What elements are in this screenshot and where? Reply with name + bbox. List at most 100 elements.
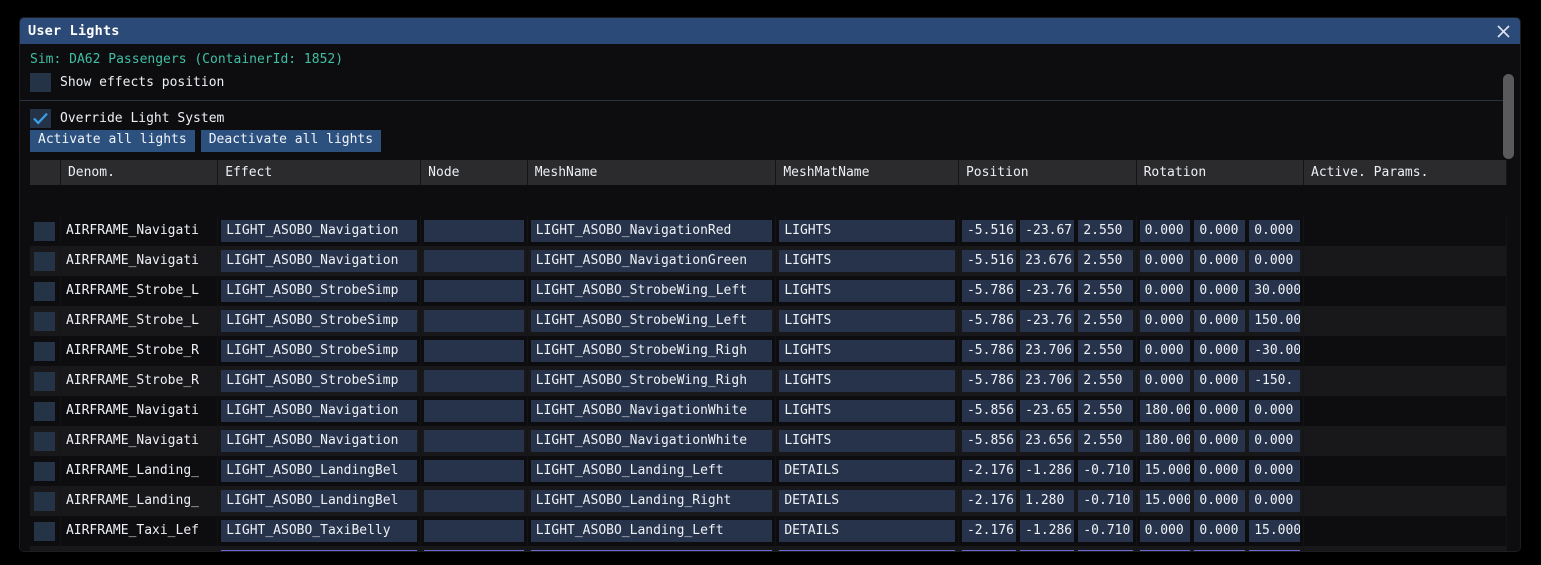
override-light-system-checkbox[interactable] — [30, 108, 51, 128]
row-select-checkbox[interactable] — [34, 491, 56, 511]
show-effects-position-row[interactable]: Show effects position — [20, 70, 1520, 94]
meshname[interactable]: LIGHT_ASOBO_NavigationRed — [530, 220, 773, 242]
node[interactable] — [424, 310, 524, 332]
position-x[interactable]: -5.856 — [961, 400, 1017, 422]
position-z[interactable]: 2.550 — [1078, 220, 1133, 242]
position-y[interactable]: -23.65 — [1020, 400, 1075, 422]
position-cell[interactable]: -2.176 -1.286 -0.710 — [958, 516, 1137, 546]
position-y[interactable]: -23.76 — [1020, 310, 1075, 332]
lights-table-scroll-area[interactable]: AIRFRAME_Navigati LIGHT_ASOBO_Navigation L… — [30, 216, 1507, 551]
effect[interactable]: LIGHT_ASOBO_Navigation — [221, 430, 418, 452]
meshmatname[interactable]: LIGHTS — [779, 400, 955, 422]
table-row[interactable]: AIRFRAME_Strobe_L LIGHT_ASOBO_StrobeSimp L… — [30, 276, 1507, 306]
position-z[interactable]: 2.550 — [1078, 340, 1133, 362]
position-cell[interactable]: -5.516 -23.67 2.550 — [958, 216, 1137, 246]
rotation-z[interactable]: -30.00 — [1249, 340, 1300, 362]
row-select-cell[interactable] — [30, 276, 61, 306]
rotation-cell[interactable]: 15.000 0.000 0.000 — [1136, 486, 1305, 516]
meshmatname-cell[interactable]: LIGHTS — [775, 276, 959, 306]
rotation-y[interactable]: 0.000 — [1194, 250, 1246, 272]
position-y[interactable]: -1.286 — [1020, 520, 1075, 542]
row-select-cell[interactable] — [30, 396, 61, 426]
meshname-cell[interactable]: LIGHT_ASOBO_NavigationRed — [527, 216, 777, 246]
rotation-cell[interactable]: 0.0000.000-15.0 — [1136, 546, 1305, 551]
rotation-z[interactable]: 150.00 — [1249, 310, 1300, 332]
meshmatname[interactable]: LIGHTS — [779, 220, 955, 242]
position-y[interactable]: -23.76 — [1020, 280, 1075, 302]
position-y[interactable]: 1.280 — [1020, 550, 1075, 551]
row-select-checkbox[interactable] — [34, 371, 56, 391]
effect-cell[interactable]: LIGHT_ASOBO_Navigation — [217, 246, 422, 276]
position-x[interactable]: -5.516 — [961, 220, 1017, 242]
position-z[interactable]: -0.710 — [1078, 490, 1133, 512]
position-x[interactable]: -5.856 — [961, 430, 1017, 452]
meshname-cell[interactable]: LIGHT_ASOBO_StrobeWing_Righ — [527, 366, 777, 396]
rotation-cell[interactable]: 180.00 0.000 0.000 — [1136, 396, 1305, 426]
effect[interactable]: LIGHT_ASOBO_TaxiBelly — [221, 550, 418, 551]
row-select-checkbox[interactable] — [34, 521, 56, 541]
meshmatname[interactable]: LIGHTS — [779, 310, 955, 332]
effect-cell[interactable]: LIGHT_ASOBO_Navigation — [217, 216, 422, 246]
meshmatname-cell[interactable]: LIGHTS — [775, 306, 959, 336]
position-x[interactable]: -2.176 — [961, 490, 1017, 512]
meshname[interactable]: LIGHT_ASOBO_Landing_Left — [530, 520, 773, 542]
row-select-checkbox[interactable] — [34, 341, 56, 361]
table-row[interactable]: AIRFRAME_Strobe_L LIGHT_ASOBO_StrobeSimp L… — [30, 306, 1507, 336]
meshmatname[interactable]: LIGHTS — [779, 430, 955, 452]
position-z[interactable]: 2.550 — [1078, 250, 1133, 272]
override-light-system-row[interactable]: Override Light System — [20, 106, 1520, 130]
position-x[interactable]: -2.176 — [961, 550, 1017, 551]
row-select-cell[interactable] — [30, 216, 61, 246]
position-cell[interactable]: -5.856 -23.65 2.550 — [958, 396, 1137, 426]
meshmatname-cell[interactable]: LIGHTS — [775, 246, 959, 276]
rotation-z[interactable]: 0.000 — [1249, 250, 1300, 272]
rotation-y[interactable]: 0.000 — [1194, 340, 1246, 362]
table-row[interactable]: AIRFRAME_Taxi_Rig LIGHT_ASOBO_TaxiBelly LI… — [30, 546, 1507, 551]
node-cell[interactable] — [420, 336, 528, 366]
effect[interactable]: LIGHT_ASOBO_LandingBel — [221, 460, 418, 482]
position-cell[interactable]: -5.786 23.706 2.550 — [958, 336, 1137, 366]
position-x[interactable]: -5.786 — [961, 280, 1017, 302]
effect[interactable]: LIGHT_ASOBO_LandingBel — [221, 490, 418, 512]
effect[interactable]: LIGHT_ASOBO_StrobeSimp — [221, 310, 418, 332]
node-cell[interactable] — [420, 546, 528, 551]
rotation-cell[interactable]: 0.000 0.000 30.000 — [1136, 276, 1305, 306]
meshmatname[interactable]: DETAILS — [779, 550, 955, 551]
rotation-x[interactable]: 0.000 — [1139, 340, 1191, 362]
scrollbar-thumb[interactable] — [1503, 74, 1514, 159]
position-x[interactable]: -5.786 — [961, 340, 1017, 362]
meshmatname[interactable]: DETAILS — [779, 520, 955, 542]
rotation-cell[interactable]: 0.000 0.000 15.000 — [1136, 516, 1305, 546]
meshname[interactable]: LIGHT_ASOBO_StrobeWing_Left — [530, 280, 773, 302]
meshmatname-cell[interactable]: DETAILS — [775, 456, 959, 486]
show-effects-position-checkbox[interactable] — [30, 72, 51, 92]
rotation-y[interactable]: 0.000 — [1194, 280, 1246, 302]
meshmatname[interactable]: DETAILS — [779, 460, 955, 482]
table-row[interactable]: AIRFRAME_Landing_ LIGHT_ASOBO_LandingBel L… — [30, 456, 1507, 486]
meshmatname-cell[interactable]: LIGHTS — [775, 396, 959, 426]
rotation-x[interactable]: 0.000 — [1139, 550, 1191, 551]
position-z[interactable]: 2.550 — [1078, 400, 1133, 422]
position-x[interactable]: -2.176 — [961, 520, 1017, 542]
effect[interactable]: LIGHT_ASOBO_StrobeSimp — [221, 340, 418, 362]
rotation-x[interactable]: 180.00 — [1139, 400, 1191, 422]
table-row[interactable]: AIRFRAME_Strobe_R LIGHT_ASOBO_StrobeSimp L… — [30, 336, 1507, 366]
meshname-cell[interactable]: LIGHT_ASOBO_StrobeWing_Left — [527, 306, 777, 336]
table-row[interactable]: AIRFRAME_Landing_ LIGHT_ASOBO_LandingBel L… — [30, 486, 1507, 516]
meshname[interactable]: LIGHT_ASOBO_Landing_Right — [530, 550, 773, 551]
effect-cell[interactable]: LIGHT_ASOBO_LandingBel — [217, 486, 422, 516]
rotation-y[interactable]: 0.000 — [1194, 220, 1246, 242]
table-row[interactable]: AIRFRAME_Navigati LIGHT_ASOBO_Navigation L… — [30, 396, 1507, 426]
position-y[interactable]: 23.656 — [1020, 430, 1075, 452]
effect-cell[interactable]: LIGHT_ASOBO_Navigation — [217, 396, 422, 426]
rotation-z[interactable]: 30.000 — [1249, 280, 1300, 302]
rotation-x[interactable]: 15.000 — [1139, 460, 1191, 482]
row-select-checkbox[interactable] — [34, 431, 56, 451]
node-cell[interactable] — [420, 456, 528, 486]
row-select-checkbox[interactable] — [34, 461, 56, 481]
position-x[interactable]: -2.176 — [961, 460, 1017, 482]
rotation-z[interactable]: 0.000 — [1249, 430, 1300, 452]
effect-cell[interactable]: LIGHT_ASOBO_StrobeSimp — [217, 306, 422, 336]
row-select-checkbox[interactable] — [34, 221, 56, 241]
node[interactable] — [424, 460, 524, 482]
